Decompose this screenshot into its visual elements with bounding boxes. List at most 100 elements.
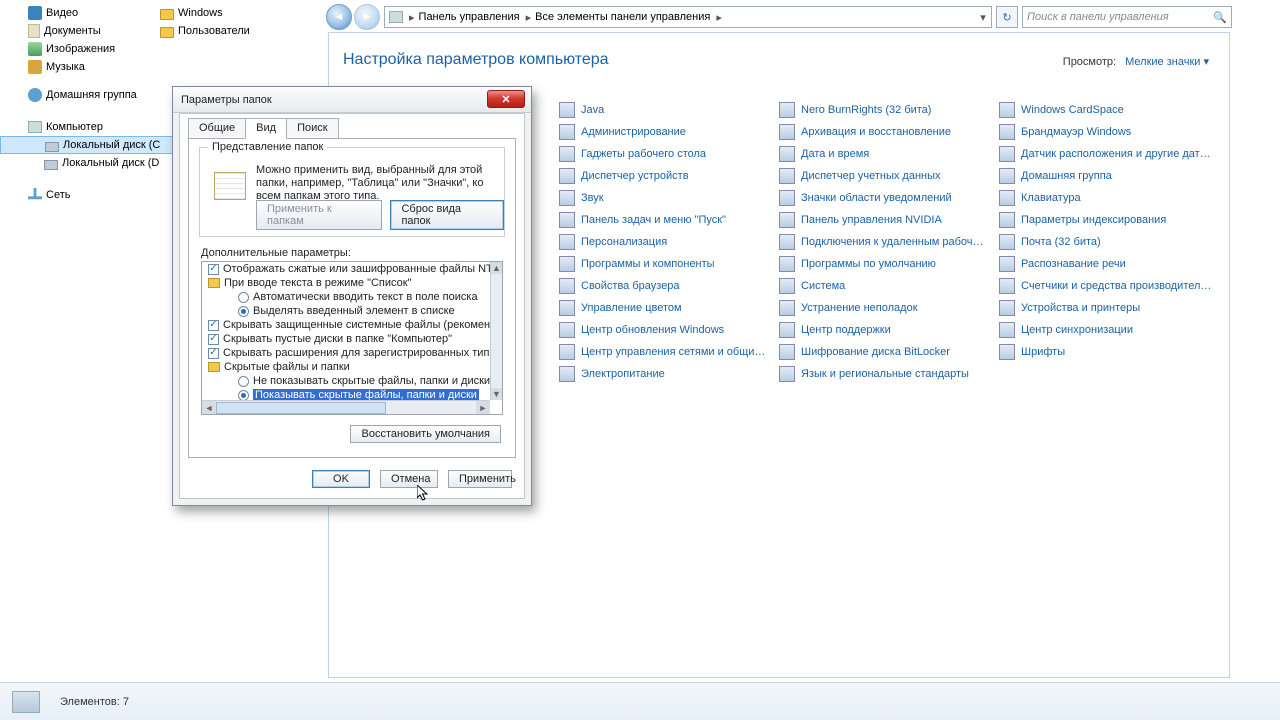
radio-icon[interactable]: [238, 292, 249, 303]
tab-pane-view: Представление папок Можно применить вид,…: [188, 138, 516, 458]
control-panel-item[interactable]: Панель управления NVIDIA: [779, 209, 999, 231]
tab-search[interactable]: Поиск: [286, 118, 338, 139]
reset-folders-button[interactable]: Сброс вида папок: [390, 200, 504, 230]
control-panel-item[interactable]: Язык и региональные стандарты: [779, 363, 999, 385]
control-panel-item[interactable]: Звук: [559, 187, 779, 209]
scroll-down-icon[interactable]: ▼: [491, 388, 502, 400]
address-bar[interactable]: ▸ Панель управления ▸ Все элементы панел…: [384, 6, 992, 28]
scroll-right-icon[interactable]: ►: [476, 401, 490, 414]
control-panel-item[interactable]: Значки области уведомлений: [779, 187, 999, 209]
breadcrumb-arrow-icon[interactable]: ▸: [714, 11, 724, 24]
horizontal-scrollbar[interactable]: ◄►: [202, 400, 490, 414]
apply-to-folders-button[interactable]: Применить к папкам: [256, 200, 382, 230]
control-panel-item[interactable]: Датчик расположения и другие дат…: [999, 143, 1219, 165]
radio-icon[interactable]: [238, 306, 249, 317]
checkbox-icon[interactable]: [208, 348, 219, 359]
view-selector: Просмотр: Мелкие значки ▾: [1063, 55, 1209, 68]
control-panel-item[interactable]: Администрирование: [559, 121, 779, 143]
search-icon[interactable]: 🔍: [1213, 11, 1227, 24]
computer-icon: [28, 121, 42, 133]
control-panel-item[interactable]: Распознавание речи: [999, 253, 1219, 275]
scroll-left-icon[interactable]: ◄: [202, 401, 216, 414]
checkbox-icon[interactable]: [208, 334, 219, 345]
control-panel-item-label: Центр синхронизации: [1021, 324, 1133, 336]
control-panel-item[interactable]: Архивация и восстановление: [779, 121, 999, 143]
address-dropdown-button[interactable]: ▾: [975, 11, 991, 24]
control-panel-item[interactable]: Клавиатура: [999, 187, 1219, 209]
control-panel-item[interactable]: Счетчики и средства производител…: [999, 275, 1219, 297]
control-panel-item-icon: [779, 256, 795, 272]
control-panel-item[interactable]: Устройства и принтеры: [999, 297, 1219, 319]
breadcrumb-seg[interactable]: Панель управления: [417, 11, 524, 23]
control-panel-item-label: Клавиатура: [1021, 192, 1081, 204]
control-panel-item-icon: [779, 212, 795, 228]
control-panel-item[interactable]: Почта (32 бита): [999, 231, 1219, 253]
dialog-close-button[interactable]: ✕: [487, 90, 525, 108]
control-panel-item-label: Nero BurnRights (32 бита): [801, 104, 931, 116]
control-panel-item[interactable]: Nero BurnRights (32 бита): [779, 99, 999, 121]
control-panel-item[interactable]: Диспетчер учетных данных: [779, 165, 999, 187]
control-panel-item[interactable]: Дата и время: [779, 143, 999, 165]
dialog-body: Общие Вид Поиск Представление папок Можн…: [179, 113, 525, 499]
control-panel-item-icon: [999, 344, 1015, 360]
breadcrumb-arrow-icon[interactable]: ▸: [524, 11, 534, 24]
control-panel-item[interactable]: Программы и компоненты: [559, 253, 779, 275]
advanced-settings-list[interactable]: Отображать сжатые или зашифрованные файл…: [201, 261, 503, 415]
scroll-up-icon[interactable]: ▲: [491, 262, 502, 274]
view-value-link[interactable]: Мелкие значки ▾: [1125, 56, 1209, 68]
tab-general[interactable]: Общие: [188, 118, 246, 139]
control-panel-item[interactable]: Персонализация: [559, 231, 779, 253]
control-panel-item[interactable]: Центр синхронизации: [999, 319, 1219, 341]
control-panel-item[interactable]: Шифрование диска BitLocker: [779, 341, 999, 363]
radio-icon[interactable]: [238, 390, 249, 401]
control-panel-item[interactable]: Управление цветом: [559, 297, 779, 319]
nav-back-button[interactable]: ◄: [326, 4, 352, 30]
control-panel-item[interactable]: Подключения к удаленным рабоч…: [779, 231, 999, 253]
status-icon: [12, 691, 40, 713]
control-panel-item[interactable]: Центр управления сетями и общи…: [559, 341, 779, 363]
cancel-button[interactable]: Отмена: [380, 470, 438, 488]
scroll-thumb[interactable]: [216, 402, 386, 414]
control-panel-item[interactable]: Электропитание: [559, 363, 779, 385]
ok-button[interactable]: OK: [312, 470, 370, 488]
control-panel-item[interactable]: Гаджеты рабочего стола: [559, 143, 779, 165]
control-panel-item-label: Java: [581, 104, 604, 116]
control-panel-item[interactable]: Домашняя группа: [999, 165, 1219, 187]
control-panel-item[interactable]: Брандмауэр Windows: [999, 121, 1219, 143]
control-panel-item-icon: [999, 278, 1015, 294]
refresh-button[interactable]: ↻: [996, 6, 1018, 28]
video-icon: [28, 6, 42, 20]
control-panel-item[interactable]: Система: [779, 275, 999, 297]
control-panel-item[interactable]: Программы по умолчанию: [779, 253, 999, 275]
control-panel-item-icon: [559, 124, 575, 140]
search-input[interactable]: Поиск в панели управления 🔍: [1022, 6, 1232, 28]
control-panel-item-icon: [559, 300, 575, 316]
restore-defaults-button[interactable]: Восстановить умолчания: [350, 425, 501, 443]
control-panel-item[interactable]: Устранение неполадок: [779, 297, 999, 319]
nav-forward-button[interactable]: ►: [354, 4, 380, 30]
checkbox-icon[interactable]: [208, 264, 219, 275]
control-panel-item[interactable]: Свойства браузера: [559, 275, 779, 297]
radio-icon[interactable]: [238, 376, 249, 387]
tree-label: Локальный диск (C: [63, 139, 160, 151]
vertical-scrollbar[interactable]: ▲▼: [490, 262, 502, 400]
control-panel-item-icon: [779, 124, 795, 140]
control-panel-item[interactable]: Панель задач и меню "Пуск": [559, 209, 779, 231]
control-panel-item[interactable]: Диспетчер устройств: [559, 165, 779, 187]
control-panel-item-icon: [779, 190, 795, 206]
control-panel-item[interactable]: Шрифты: [999, 341, 1219, 363]
control-panel-item-label: Центр управления сетями и общи…: [581, 346, 765, 358]
apply-button[interactable]: Применить: [448, 470, 512, 488]
control-panel-item[interactable]: Java: [559, 99, 779, 121]
checkbox-icon[interactable]: [208, 320, 219, 331]
breadcrumb-seg[interactable]: Все элементы панели управления: [533, 11, 714, 23]
dialog-titlebar[interactable]: Параметры папок: [173, 87, 531, 113]
control-panel-item[interactable]: Центр поддержки: [779, 319, 999, 341]
breadcrumb-arrow-icon[interactable]: ▸: [407, 11, 417, 24]
control-panel-item[interactable]: Windows CardSpace: [999, 99, 1219, 121]
control-panel-item[interactable]: Параметры индексирования: [999, 209, 1219, 231]
control-panel-item-label: Программы и компоненты: [581, 258, 715, 270]
status-text: Элементов: 7: [60, 696, 129, 708]
tab-view[interactable]: Вид: [245, 118, 287, 139]
control-panel-item[interactable]: Центр обновления Windows: [559, 319, 779, 341]
